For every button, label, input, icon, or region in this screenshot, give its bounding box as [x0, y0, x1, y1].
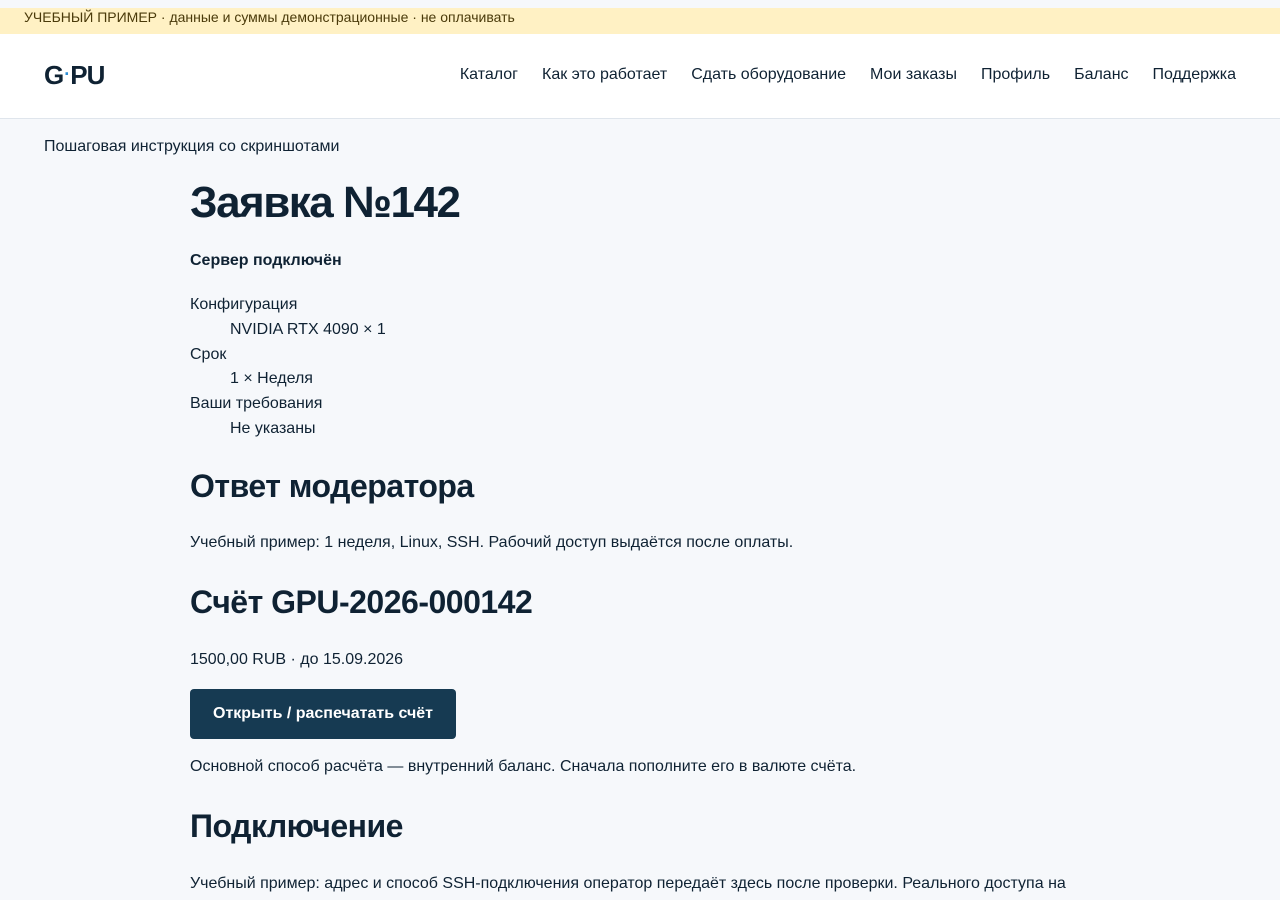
detail-term-duration: Срок: [190, 345, 227, 363]
site-header: G·PU Каталог Как это работает Сдать обор…: [0, 34, 1280, 119]
moderator-response: Учебный пример: 1 неделя, Linux, SSH. Ра…: [190, 534, 794, 551]
invoice-heading: Счёт GPU-2026-000142: [190, 584, 533, 620]
request-details: Конфигурация NVIDIA RTX 4090 × 1 Срок 1 …: [190, 293, 386, 442]
demo-notice-banner: УЧЕБНЫЙ ПРИМЕР · данные и суммы демонстр…: [0, 8, 1280, 34]
invoice-amount: 1500,00 RUB · до 15.09.2026: [190, 651, 404, 668]
detail-value-configuration: NVIDIA RTX 4090 × 1: [230, 320, 386, 338]
logo-dot: ·: [64, 64, 70, 84]
detail-term-configuration: Конфигурация: [190, 296, 298, 313]
logo-left: G: [44, 60, 64, 90]
status-text: Сервер подключён: [190, 252, 342, 269]
logo-right: PU: [70, 60, 105, 90]
nav-profile-link[interactable]: Профиль: [981, 65, 1050, 85]
connection-heading: Подключение: [190, 808, 403, 844]
nav-catalog-link[interactable]: Каталог: [460, 65, 518, 85]
payment-note: Основной способ расчёта — внутренний бал…: [190, 758, 857, 775]
connection-text: Учебный пример: адрес и способ SSH-подкл…: [190, 875, 1066, 892]
nav-rent-out-hardware-link[interactable]: Сдать оборудование: [691, 65, 846, 85]
detail-value-duration: 1 × Неделя: [230, 370, 313, 388]
nav-my-orders-link[interactable]: Мои заказы: [870, 65, 957, 85]
instructions-link[interactable]: Пошаговая инструкция со скриншотами: [44, 137, 339, 157]
main-nav: Каталог Как это работает Сдать оборудова…: [460, 65, 1236, 85]
moderator-heading: Ответ модератора: [190, 468, 474, 504]
detail-term-requirements: Ваши требования: [190, 395, 323, 413]
open-invoice-button[interactable]: Открыть / распечатать счёт: [190, 689, 457, 739]
nav-how-it-works-link[interactable]: Как это работает: [542, 65, 667, 85]
site-logo[interactable]: G·PU: [44, 60, 105, 93]
page-title: Заявка №142: [190, 178, 461, 227]
detail-value-requirements: Не указаны: [230, 419, 316, 437]
nav-balance-link[interactable]: Баланс: [1074, 65, 1128, 85]
nav-support-link[interactable]: Поддержка: [1153, 65, 1236, 85]
